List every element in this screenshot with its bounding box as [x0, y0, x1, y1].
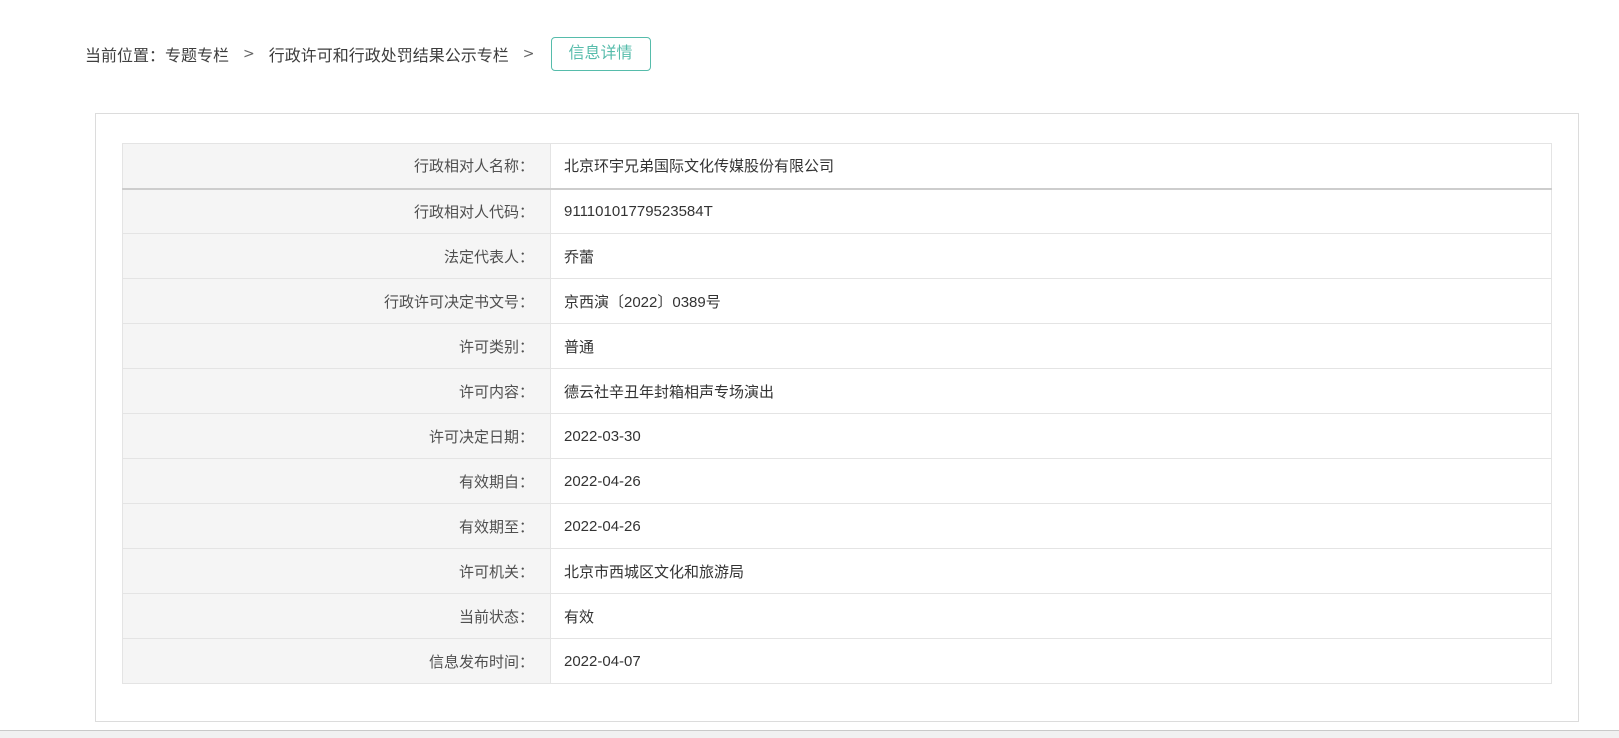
detail-card: 行政相对人名称： 北京环宇兄弟国际文化传媒股份有限公司 行政相对人代码： 911… [95, 113, 1579, 722]
table-row: 许可机关： 北京市西城区文化和旅游局 [123, 549, 1552, 594]
table-row: 信息发布时间： 2022-04-07 [123, 639, 1552, 684]
table-row: 有效期至： 2022-04-26 [123, 504, 1552, 549]
row-label: 许可内容： [123, 369, 551, 414]
footer-divider [0, 730, 1619, 738]
breadcrumb-separator-icon: > [243, 46, 255, 62]
breadcrumb-current-location-label: 当前位置： [85, 42, 165, 66]
row-label: 许可类别： [123, 324, 551, 369]
breadcrumb-link-permit-punishment-column[interactable]: 行政许可和行政处罚结果公示专栏 [269, 42, 509, 66]
table-row: 许可内容： 德云社辛丑年封箱相声专场演出 [123, 369, 1552, 414]
row-value: 2022-04-26 [551, 459, 1552, 504]
row-value: 2022-04-07 [551, 639, 1552, 684]
row-value: 91110101779523584T [551, 189, 1552, 234]
row-value: 普通 [551, 324, 1552, 369]
table-row: 许可类别： 普通 [123, 324, 1552, 369]
breadcrumb: 当前位置： 专题专栏 > 行政许可和行政处罚结果公示专栏 > 信息详情 [85, 36, 651, 72]
row-value: 北京环宇兄弟国际文化传媒股份有限公司 [551, 144, 1552, 189]
row-label: 有效期至： [123, 504, 551, 549]
row-label: 法定代表人： [123, 234, 551, 279]
row-label: 行政相对人名称： [123, 144, 551, 189]
table-row: 行政相对人名称： 北京环宇兄弟国际文化传媒股份有限公司 [123, 144, 1552, 189]
row-value: 2022-04-26 [551, 504, 1552, 549]
row-value: 2022-03-30 [551, 414, 1552, 459]
row-label: 行政许可决定书文号： [123, 279, 551, 324]
permit-detail-table: 行政相对人名称： 北京环宇兄弟国际文化传媒股份有限公司 行政相对人代码： 911… [122, 143, 1552, 684]
row-value: 京西演〔2022〕0389号 [551, 279, 1552, 324]
info-detail-badge[interactable]: 信息详情 [551, 37, 651, 71]
table-row: 有效期自： 2022-04-26 [123, 459, 1552, 504]
row-label: 许可决定日期： [123, 414, 551, 459]
row-label: 许可机关： [123, 549, 551, 594]
table-row: 行政许可决定书文号： 京西演〔2022〕0389号 [123, 279, 1552, 324]
row-value: 北京市西城区文化和旅游局 [551, 549, 1552, 594]
row-label: 有效期自： [123, 459, 551, 504]
table-row: 许可决定日期： 2022-03-30 [123, 414, 1552, 459]
page: 当前位置： 专题专栏 > 行政许可和行政处罚结果公示专栏 > 信息详情 行政相对… [0, 0, 1619, 738]
table-row: 法定代表人： 乔蕾 [123, 234, 1552, 279]
row-value: 德云社辛丑年封箱相声专场演出 [551, 369, 1552, 414]
row-label: 信息发布时间： [123, 639, 551, 684]
row-label: 行政相对人代码： [123, 189, 551, 234]
row-label: 当前状态： [123, 594, 551, 639]
breadcrumb-link-special-columns[interactable]: 专题专栏 [165, 42, 229, 66]
row-value: 有效 [551, 594, 1552, 639]
table-row: 当前状态： 有效 [123, 594, 1552, 639]
row-value: 乔蕾 [551, 234, 1552, 279]
breadcrumb-separator-icon: > [523, 46, 535, 62]
table-row: 行政相对人代码： 91110101779523584T [123, 189, 1552, 234]
